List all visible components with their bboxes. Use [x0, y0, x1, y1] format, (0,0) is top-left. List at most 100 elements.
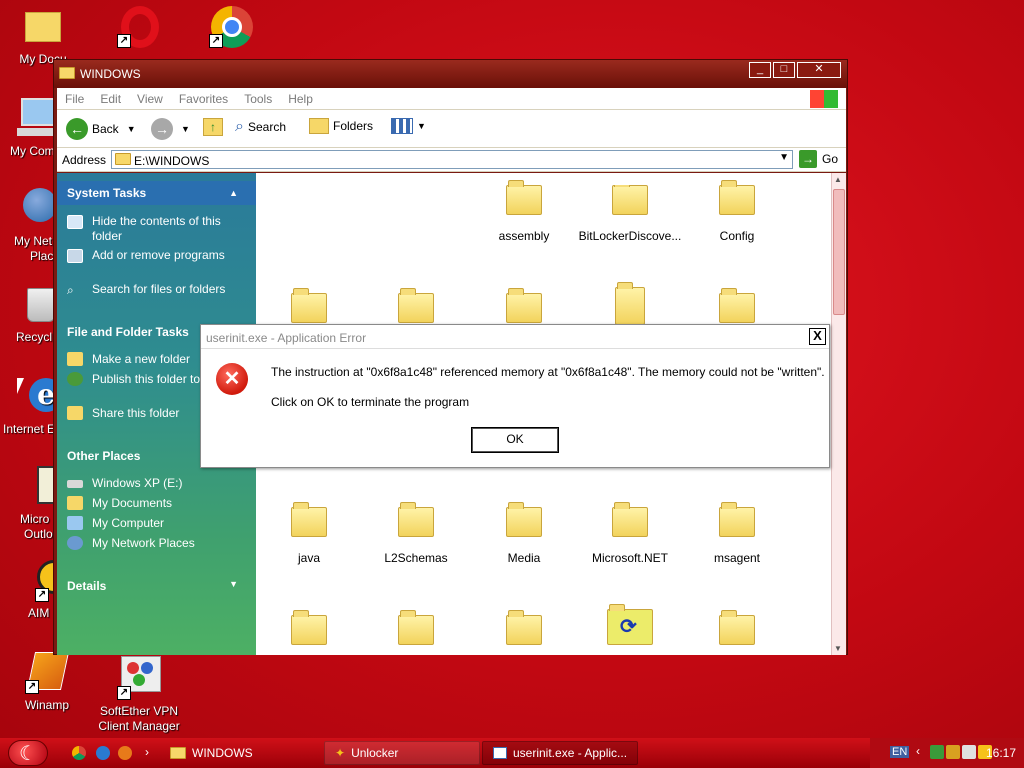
folder-bitlockerdiscovery[interactable]: BitLockerDiscove...	[578, 185, 682, 243]
tray-expand-icon[interactable]: ‹	[916, 744, 920, 758]
window-icon	[493, 747, 507, 759]
start-button[interactable]	[8, 740, 48, 766]
system-tasks-header[interactable]: System Tasks ▲	[57, 181, 256, 205]
folder-icon	[398, 502, 434, 537]
desktop-icon-opera[interactable]: ↗	[94, 4, 184, 52]
language-indicator[interactable]: EN	[890, 746, 910, 758]
folder-item[interactable]	[479, 610, 569, 655]
quicklaunch-expand-icon[interactable]: ›	[145, 745, 149, 759]
search-button[interactable]: ⌕ Search	[235, 118, 286, 136]
folder-item[interactable]	[371, 610, 461, 655]
desktop-icon-my-documents[interactable]: My Docu	[0, 4, 88, 67]
dialog-titlebar[interactable]: userinit.exe - Application Error X	[201, 325, 829, 349]
ok-button[interactable]: OK	[471, 427, 559, 453]
chevron-down-icon: ▼	[229, 579, 238, 589]
address-label: Address	[62, 153, 107, 167]
back-button[interactable]: ← Back ▼	[66, 118, 136, 140]
back-arrow-icon: ←	[66, 118, 88, 140]
forward-button[interactable]: → ▼	[151, 118, 190, 140]
folder-label: java	[297, 551, 320, 565]
menu-file[interactable]: File	[57, 92, 92, 106]
menu-tools[interactable]: Tools	[236, 92, 280, 106]
taskbar-button-windows[interactable]: WINDOWS	[160, 741, 318, 765]
shortcut-arrow-icon: ↗	[117, 34, 131, 48]
details-header[interactable]: Details ▼	[57, 579, 256, 593]
winamp-icon: ↗	[25, 650, 70, 694]
go-button[interactable]: → Go	[799, 150, 838, 168]
task-search-files[interactable]: Search for files or folders	[92, 282, 252, 297]
place-windows-xp-drive[interactable]: Windows XP (E:)	[92, 476, 252, 491]
vertical-scrollbar[interactable]: ▲ ▼	[831, 173, 846, 655]
explorer-titlebar[interactable]: WINDOWS _ □ ✕	[54, 60, 847, 88]
folder-config[interactable]: Config	[692, 180, 782, 243]
menu-view[interactable]: View	[129, 92, 171, 106]
folder-media[interactable]: Media	[479, 502, 569, 565]
folder-icon	[506, 288, 542, 323]
desktop-icon-winamp[interactable]: ↗ Winamp	[2, 650, 92, 713]
share-folder-icon	[67, 406, 83, 420]
clock[interactable]: 16:17	[986, 746, 1016, 760]
place-my-documents[interactable]: My Documents	[92, 496, 252, 511]
folder-item[interactable]	[692, 610, 782, 655]
windows-logo-icon	[810, 90, 838, 108]
folder-icon	[719, 288, 755, 323]
quicklaunch-ie-icon[interactable]	[96, 746, 110, 760]
menu-help[interactable]: Help	[280, 92, 321, 106]
tray-app-icon[interactable]	[962, 745, 976, 759]
error-icon: ✕	[216, 363, 248, 395]
desktop-icon-softether-vpn[interactable]: ↗ SoftEther VPN Client Manager	[94, 656, 184, 734]
folders-button[interactable]: Folders	[309, 118, 373, 134]
folder-icon	[398, 288, 434, 323]
dialog-title: userinit.exe - Application Error	[206, 331, 367, 345]
window-title: WINDOWS	[80, 67, 141, 81]
folder-l2schemas[interactable]: L2Schemas	[371, 502, 461, 565]
forward-arrow-icon: →	[151, 118, 173, 140]
chevron-down-icon[interactable]: ▼	[779, 152, 789, 163]
my-documents-icon	[21, 4, 65, 48]
folder-assembly[interactable]: assembly	[479, 180, 569, 243]
taskbar-button-unlocker[interactable]: ✦ Unlocker	[324, 741, 480, 765]
place-my-network-places[interactable]: My Network Places	[92, 536, 252, 551]
folder-label: L2Schemas	[384, 551, 448, 565]
place-my-computer[interactable]: My Computer	[92, 516, 252, 531]
folder-sync[interactable]: ⟳	[585, 604, 675, 655]
search-label: Search	[247, 120, 286, 134]
up-folder-icon: ↑	[203, 118, 223, 136]
folder-icon	[398, 610, 434, 645]
chevron-up-icon: ▲	[229, 188, 238, 198]
chevron-down-icon: ▼	[126, 124, 136, 134]
folder-label: msagent	[713, 551, 761, 565]
taskbar-button-userinit[interactable]: userinit.exe - Applic...	[482, 741, 638, 765]
folder-item[interactable]	[264, 610, 354, 655]
close-button[interactable]: ✕	[797, 62, 841, 78]
folder-microsoft-net[interactable]: Microsoft.NET	[585, 502, 675, 565]
task-add-remove-programs[interactable]: Add or remove programs	[92, 248, 252, 263]
folder-java[interactable]: java	[264, 502, 354, 565]
standard-toolbar: ← Back ▼ → ▼ ↑ ⌕ Search Folders ▼	[57, 110, 846, 148]
scroll-up-icon[interactable]: ▲	[834, 175, 842, 184]
scrollbar-thumb[interactable]	[833, 189, 845, 315]
go-label: Go	[822, 152, 839, 166]
quicklaunch-chrome-icon[interactable]	[72, 746, 86, 760]
folder-msagent[interactable]: msagent	[692, 502, 782, 565]
menu-favorites[interactable]: Favorites	[171, 92, 236, 106]
dialog-message: The instruction at "0x6f8a1c48" referenc…	[271, 365, 825, 379]
minimize-button[interactable]: _	[749, 62, 771, 78]
desktop-icon-google-chrome[interactable]: ↗	[186, 4, 276, 52]
opera-icon: ↗	[117, 4, 161, 48]
address-input[interactable]: E:\WINDOWS ▼	[111, 150, 793, 169]
task-hide-contents[interactable]: Hide the contents of this folder	[92, 214, 252, 244]
maximize-button[interactable]: □	[773, 62, 795, 78]
my-documents-icon	[67, 496, 83, 510]
folder-icon	[615, 282, 645, 325]
quicklaunch-firefox-icon[interactable]	[118, 746, 132, 760]
dialog-close-button[interactable]: X	[809, 328, 826, 345]
views-button[interactable]: ▼	[391, 118, 426, 134]
tray-network-icon[interactable]	[930, 745, 944, 759]
menu-edit[interactable]: Edit	[92, 92, 129, 106]
folder-icon	[612, 502, 648, 537]
tray-security-icon[interactable]	[946, 745, 960, 759]
scroll-down-icon[interactable]: ▼	[834, 644, 842, 653]
up-folder-button[interactable]: ↑	[203, 118, 223, 136]
sync-folder-icon: ⟳	[607, 604, 653, 645]
